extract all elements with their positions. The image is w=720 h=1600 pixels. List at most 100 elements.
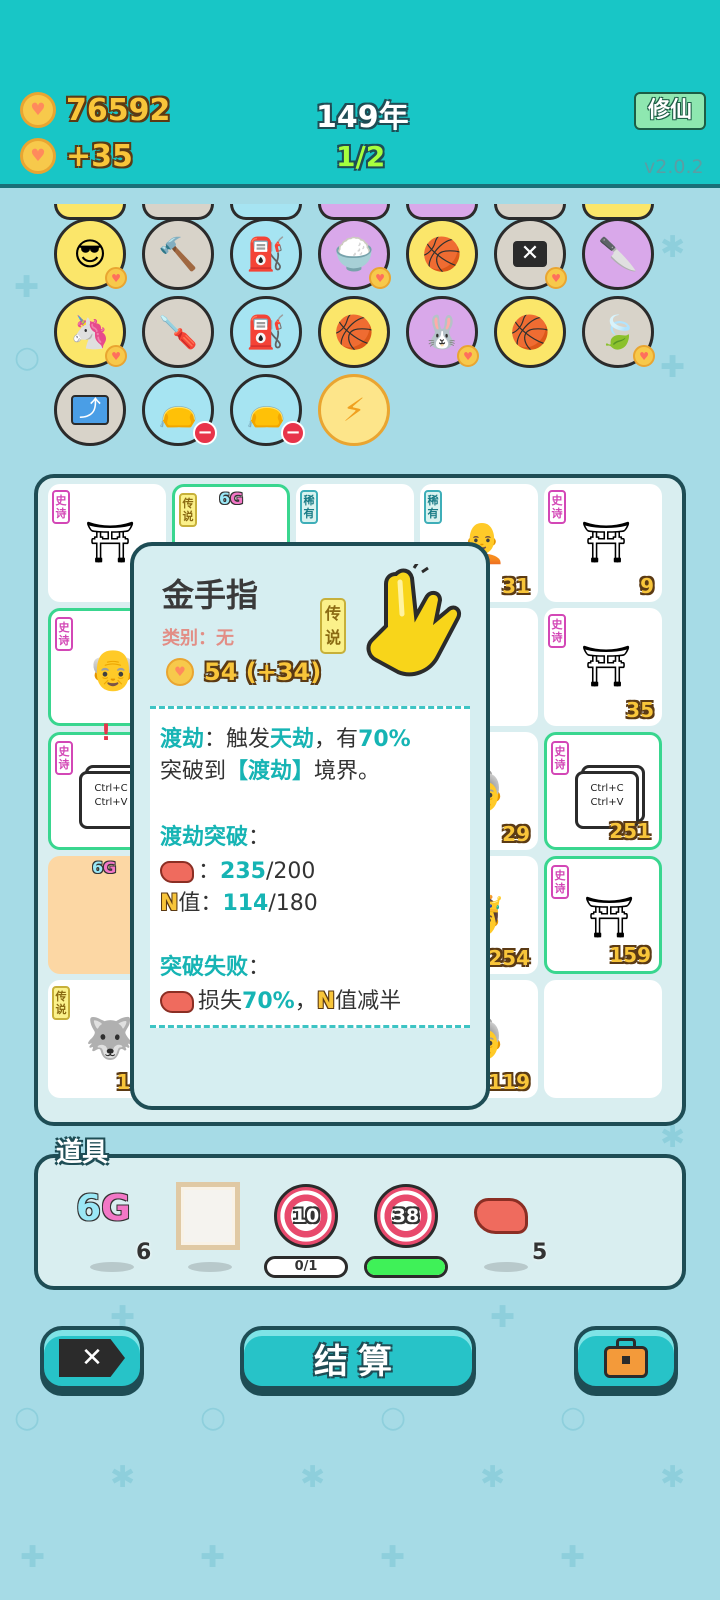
coin-income: ♥ +35 <box>20 138 133 174</box>
target-progress-bar: 0/1 <box>264 1256 348 1278</box>
cat-sunglasses-icon: 😎 <box>73 235 107 273</box>
item-cat-sunglasses[interactable]: 😎 ♥ <box>54 218 127 290</box>
board-card[interactable] <box>544 980 662 1098</box>
card-value: 31 <box>502 574 530 598</box>
heart-badge-icon: ♥ <box>545 267 567 289</box>
card-value: 29 <box>502 822 530 846</box>
six-g-icon: 6G <box>76 1188 131 1229</box>
prop-frame[interactable] <box>170 1180 250 1280</box>
coin-income-value: +35 <box>66 138 133 174</box>
basketballs-icon: 🏀 <box>510 313 550 351</box>
rarity-tag: 传说 <box>52 986 70 1020</box>
card-value: 251 <box>609 819 651 843</box>
props-title: 道具 <box>56 1138 109 1168</box>
n-value-requirement: N值：114/180 <box>160 891 318 916</box>
item-screwdriver[interactable]: 🪛 <box>142 296 214 368</box>
item-leaf[interactable]: 🍃 ♥ <box>582 296 655 368</box>
rabbit-icon: 🐰 <box>422 313 462 351</box>
item-sack[interactable]: 👝 − <box>142 374 217 446</box>
cultivate-button[interactable]: 修仙 <box>634 92 706 130</box>
rarity-tag: 史诗 <box>551 741 569 775</box>
rarity-tag: 史诗 <box>548 614 566 648</box>
rarity-tag: 史诗 <box>52 490 70 524</box>
heart-badge-icon: ♥ <box>369 267 391 289</box>
card-value: 254 <box>488 946 530 970</box>
heart-badge-icon: ♥ <box>633 345 655 367</box>
breakthrough-title: 渡劫突破： <box>160 825 271 850</box>
picture-frame-icon <box>176 1182 240 1250</box>
upgrade-arrow-icon: ⤴ <box>70 395 109 425</box>
item-cleaver[interactable]: 🔪 <box>582 218 654 290</box>
air-pump-icon: ⛽ <box>246 235 286 273</box>
item-x-tag[interactable]: ✕ ♥ <box>494 218 567 290</box>
popup-rarity-tag: 传说 <box>320 598 346 654</box>
item-hammer[interactable]: 🔨 <box>142 218 214 290</box>
coin-total-value: 76592 <box>66 92 171 128</box>
six-g-label: 6G <box>92 858 117 877</box>
item-unicorn[interactable]: 🦄 ♥ <box>54 296 127 368</box>
rarity-tag: 史诗 <box>551 865 569 899</box>
popup-price-value: 54 (+34) <box>204 658 322 686</box>
board-card[interactable]: 史诗 ⛩ 35 <box>544 608 662 726</box>
settle-button[interactable]: 结算 <box>240 1326 476 1390</box>
rabbit-shrine-icon: ⛩ <box>580 643 632 690</box>
item-air-pump[interactable]: ⛽ <box>230 218 302 290</box>
rabbit-shrine-icon: ⛩ <box>583 894 635 941</box>
coin-total: ♥ 76592 <box>20 92 170 128</box>
item-sack[interactable]: 👝 − <box>230 374 305 446</box>
prop-six-g[interactable]: 6G 6 <box>72 1180 152 1280</box>
heart-badge-icon: ♥ <box>457 345 479 367</box>
leaf-icon: 🍃 <box>598 313 638 351</box>
progress-fill-2 <box>367 1259 445 1275</box>
board-card[interactable]: 史诗 Ctrl+C Ctrl+V 251 <box>544 732 662 850</box>
inventory-button[interactable] <box>574 1326 678 1390</box>
item-basketballs[interactable]: 🏀 <box>318 296 390 368</box>
item-lightning[interactable]: ⚡ <box>318 374 390 446</box>
target-progress-bar <box>364 1256 448 1278</box>
rarity-tag: 史诗 <box>55 617 73 651</box>
prop-count: 6 <box>136 1240 152 1265</box>
prop-shadow <box>188 1262 232 1272</box>
liver-requirement: ：235/200 <box>160 853 315 885</box>
heart-coin-icon: ♥ <box>166 658 194 686</box>
pointing-hand-icon <box>366 564 461 677</box>
item-rice-bowl[interactable]: 🍚 ♥ <box>318 218 391 290</box>
item-air-pump[interactable]: ⛽ <box>230 296 302 368</box>
target-icon: 38 <box>374 1184 438 1248</box>
heart-coin-icon: ♥ <box>20 138 56 174</box>
item-rabbit[interactable]: 🐰 ♥ <box>406 296 479 368</box>
heart-badge-icon: ♥ <box>105 345 127 367</box>
popup-price: ♥ 54 (+34) <box>166 658 321 686</box>
prop-target-10[interactable]: 10 0/1 <box>264 1180 348 1280</box>
popup-description: 渡劫：触发天劫，有70% 突破到【渡劫】境界。 渡劫突破： ：235/200 N… <box>150 706 470 1028</box>
minus-badge-icon: − <box>281 421 305 445</box>
popup-category: 类别：无 <box>162 628 234 649</box>
item-upgrade-card[interactable]: ⤴ <box>54 374 126 446</box>
card-value: 159 <box>609 943 651 967</box>
board-card[interactable]: 史诗 ⛩ 9 <box>544 484 662 602</box>
sack-icon: 👝 <box>158 391 198 429</box>
item-basketballs[interactable]: 🏀 <box>494 296 566 368</box>
x-tag-icon: ✕ <box>512 241 548 267</box>
prop-liver[interactable]: 5 <box>466 1180 548 1280</box>
n-letter-icon: N <box>160 891 179 916</box>
settle-label: 结算 <box>314 1341 402 1382</box>
rarity-tag: 传说 <box>179 493 197 527</box>
desc-line-2: 突破到【渡劫】境界。 <box>160 759 381 784</box>
basketballs-icon: 🏀 <box>422 235 462 273</box>
discard-button[interactable]: ✕ <box>40 1326 144 1390</box>
prop-target-38[interactable]: 38 <box>364 1180 448 1280</box>
rarity-tag: 史诗 <box>548 490 566 524</box>
item-basketballs[interactable]: 🏀 <box>406 218 478 290</box>
prop-count: 5 <box>532 1240 548 1265</box>
top-status-bar: ♥ 76592 ♥ +35 149年 1/2 修仙 v2.0.2 <box>0 0 720 188</box>
board-card[interactable]: 史诗 ⛩ 159 <box>544 856 662 974</box>
basketballs-icon: 🏀 <box>334 313 374 351</box>
liver-icon <box>160 991 194 1013</box>
hammer-icon: 🔨 <box>158 235 198 273</box>
sack-icon: 👝 <box>246 391 286 429</box>
six-g-label: 6G <box>219 489 244 508</box>
screwdriver-icon: 🪛 <box>158 313 198 351</box>
n-letter-icon: N <box>316 989 336 1014</box>
fail-title: 突破失败： <box>160 955 271 980</box>
